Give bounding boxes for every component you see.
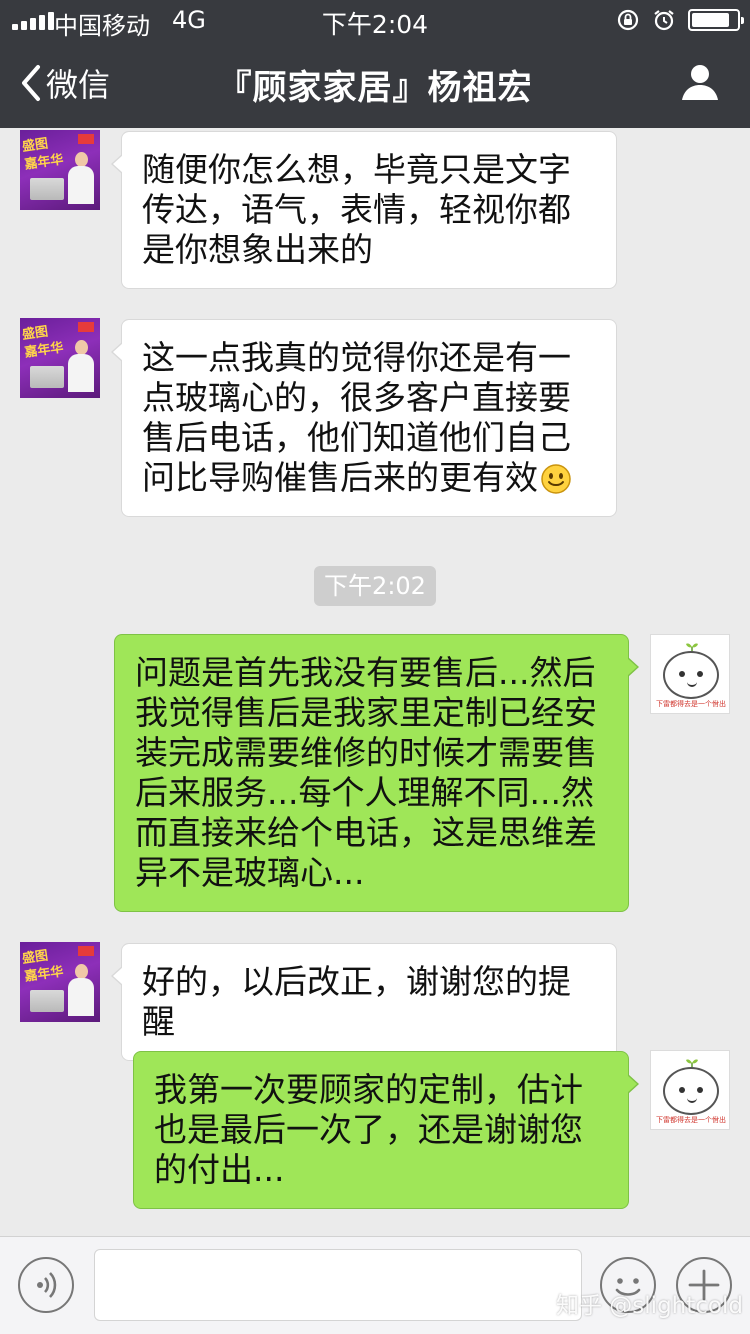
voice-icon <box>37 1272 57 1298</box>
status-icons <box>616 8 744 32</box>
message-bubble-incoming[interactable]: 好的，以后改正，谢谢您的提醒 <box>111 943 617 1061</box>
nav-bar: 微信 『顾家家居』杨祖宏 <box>0 40 750 128</box>
chat-info-button[interactable] <box>680 62 720 106</box>
top-bar: 中国移动 4G 下午2:04 微信 『顾家家居』杨祖宏 <box>0 0 750 128</box>
message-bubble-incoming[interactable]: 这一点我真的觉得你还是有一点玻璃心的，很多客户直接要售后电话，他们知道他们自己问… <box>111 319 617 517</box>
contact-avatar[interactable]: 盛图 嘉年华 <box>20 942 100 1022</box>
message-text: 随便你怎么想，毕竟只是文字传达，语气，表情，轻视你都是你想象出来的 <box>142 150 571 269</box>
message-bubble-outgoing[interactable]: 问题是首先我没有要售后...然后我觉得售后是我家里定制已经安装完成需要维修的时候… <box>114 634 639 912</box>
timestamp: 下午2:02 <box>314 566 436 606</box>
self-avatar[interactable]: 下雷都得去是一个佾出 <box>650 634 730 714</box>
message-bubble-outgoing[interactable]: 我第一次要顾家的定制，估计也是最后一次了，还是谢谢您的付出... <box>133 1051 639 1209</box>
voice-button[interactable] <box>18 1257 74 1313</box>
smile-emoji-icon <box>541 464 571 494</box>
avatar-caption: 下雷都得去是一个佾出 <box>656 1116 726 1124</box>
message-bubble-incoming[interactable]: 随便你怎么想，毕竟只是文字传达，语气，表情，轻视你都是你想象出来的 <box>111 131 617 289</box>
message-text: 我第一次要顾家的定制，估计也是最后一次了，还是谢谢您的付出... <box>154 1070 583 1189</box>
avatar-caption: 下雷都得去是一个佾出 <box>656 700 726 708</box>
avatar-promo-text: 盛图 嘉年华 <box>21 324 65 361</box>
avatar-promo-text: 盛图 嘉年华 <box>21 948 65 985</box>
message-text: 好的，以后改正，谢谢您的提醒 <box>142 962 571 1041</box>
message-text: 这一点我真的觉得你还是有一点玻璃心的，很多客户直接要售后电话，他们知道他们自己问… <box>142 338 571 497</box>
message-text: 问题是首先我没有要售后...然后我觉得售后是我家里定制已经安装完成需要维修的时候… <box>135 653 597 892</box>
message-input[interactable] <box>94 1249 582 1321</box>
contact-avatar[interactable]: 盛图 嘉年华 <box>20 130 100 210</box>
watermark: 知乎 @slightcold <box>556 1293 743 1319</box>
chat-title: 『顾家家居』杨祖宏 <box>217 68 533 108</box>
status-bar: 中国移动 4G 下午2:04 <box>0 0 750 40</box>
battery-icon <box>688 9 744 31</box>
self-avatar[interactable]: 下雷都得去是一个佾出 <box>650 1050 730 1130</box>
contact-avatar[interactable]: 盛图 嘉年华 <box>20 318 100 398</box>
rotation-lock-icon <box>617 9 639 31</box>
avatar-promo-text: 盛图 嘉年华 <box>21 136 65 173</box>
person-icon <box>682 65 718 100</box>
alarm-icon <box>654 10 674 31</box>
